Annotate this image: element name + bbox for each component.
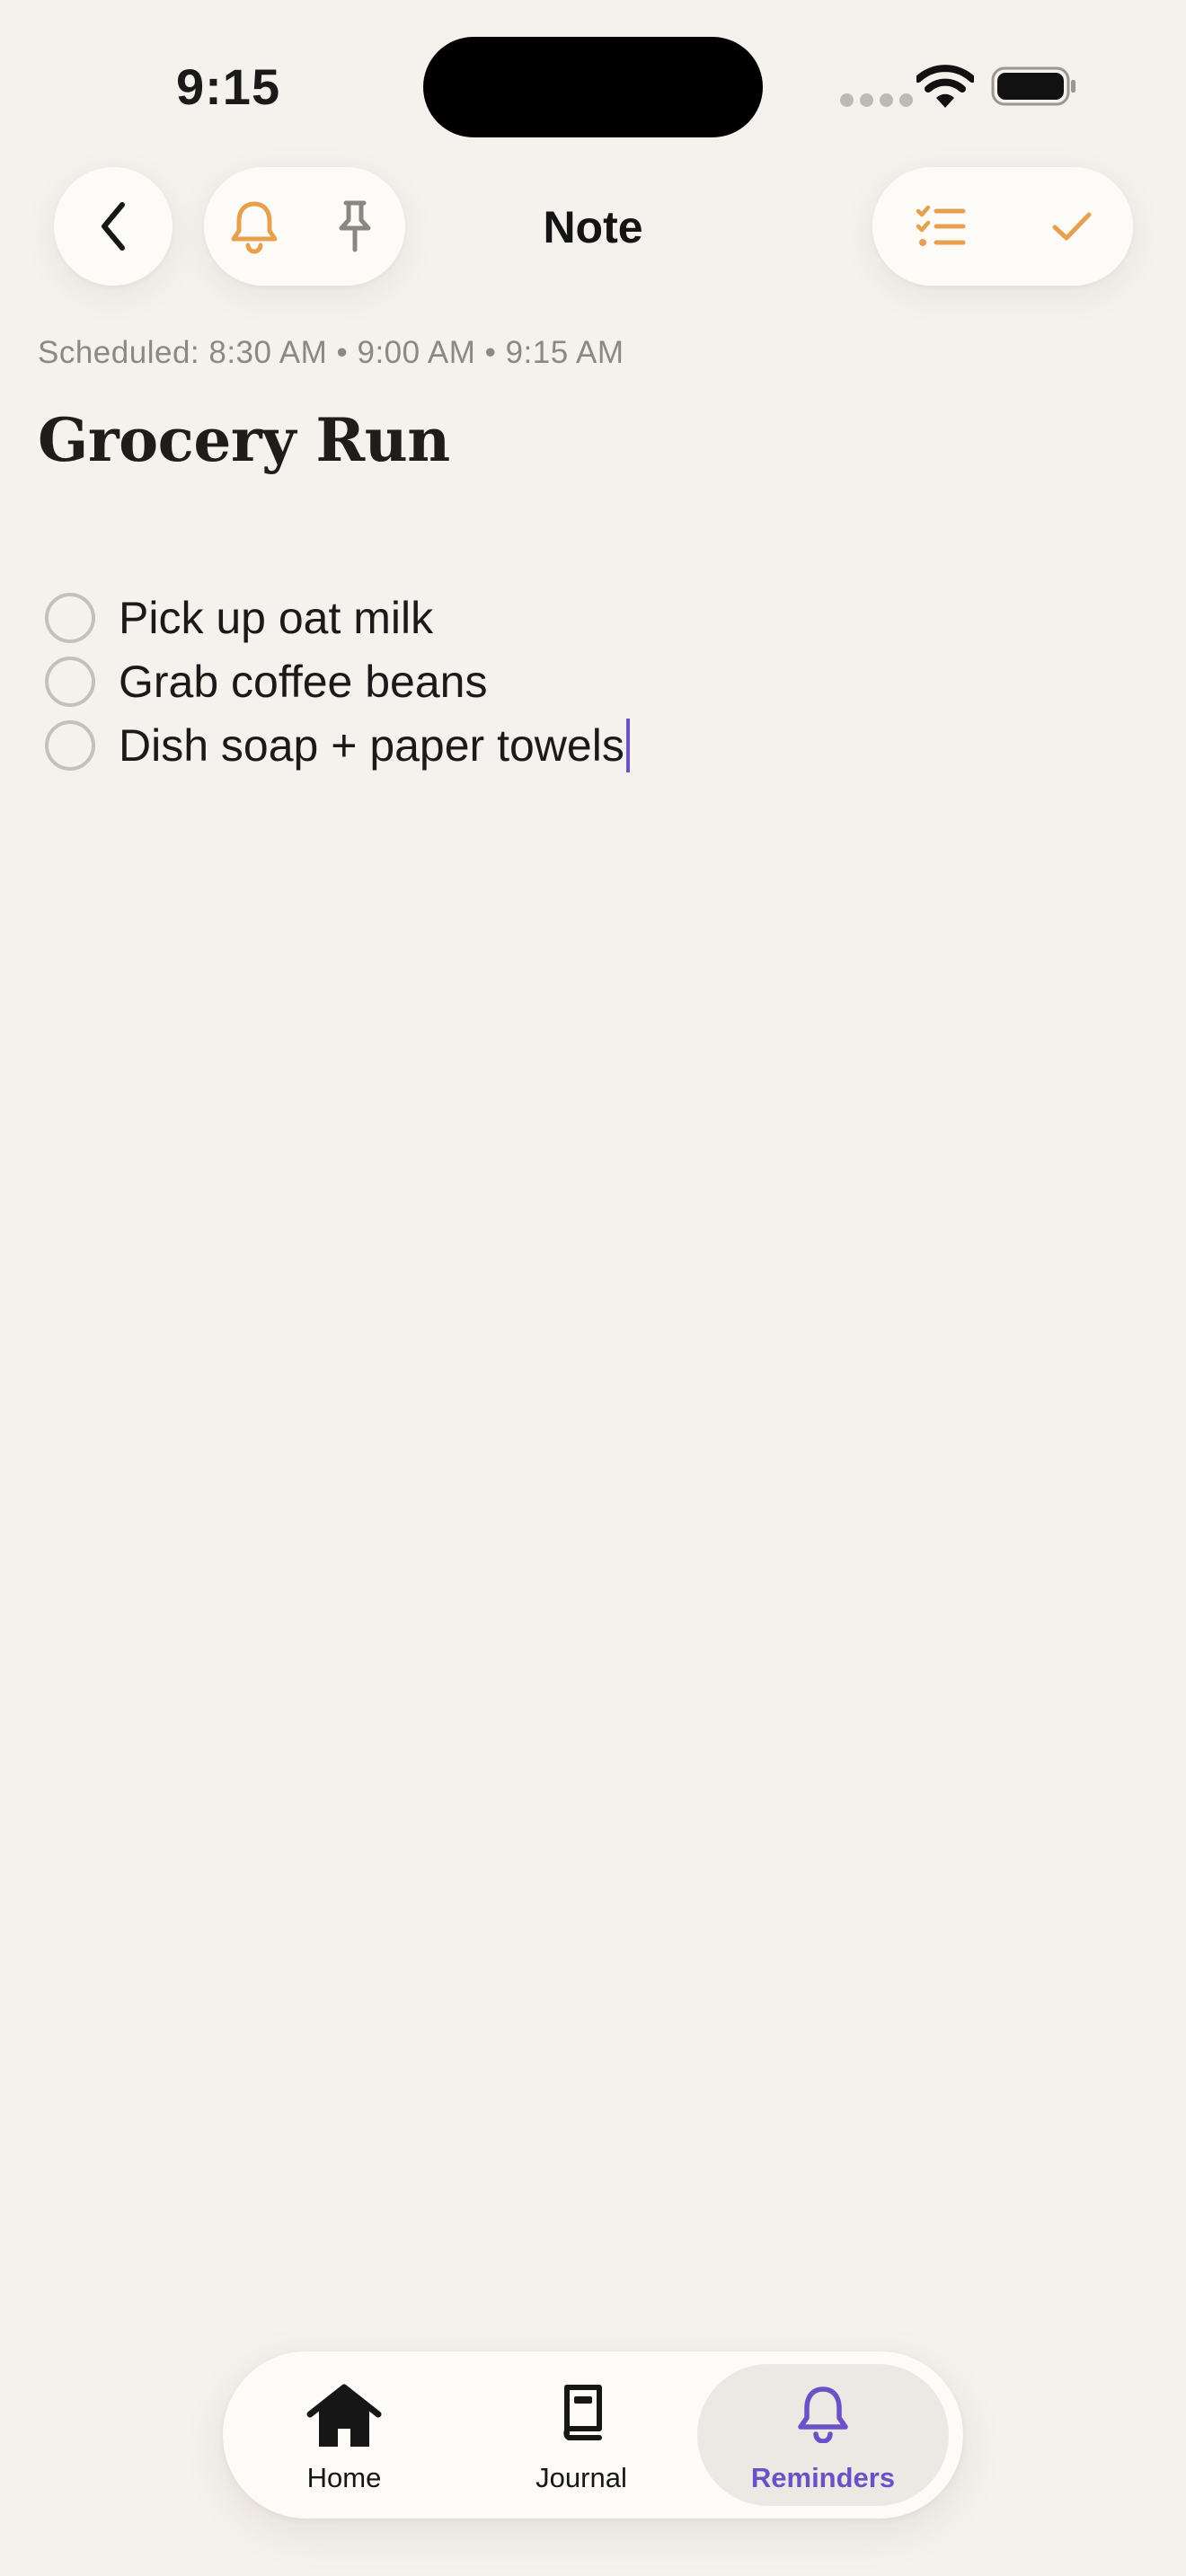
pin-icon [339, 200, 371, 252]
checklist-item-text[interactable]: Grab coffee beans [119, 655, 487, 709]
checklist-item: Pick up oat milk [45, 586, 630, 649]
checkbox-circle[interactable] [45, 656, 95, 707]
scheduled-times: Scheduled: 8:30 AM • 9:00 AM • 9:15 AM [38, 335, 624, 370]
note-title[interactable]: Grocery Run [38, 400, 450, 481]
house-icon [306, 2384, 382, 2447]
bell-icon [231, 201, 278, 254]
tab-journal[interactable]: Journal [460, 2364, 703, 2506]
tab-home[interactable]: Home [223, 2364, 465, 2506]
bell-icon [798, 2386, 848, 2443]
checkbox-circle[interactable] [45, 719, 95, 771]
tab-label: Home [306, 2462, 382, 2493]
tab-label: Reminders [750, 2462, 896, 2493]
book-icon [563, 2385, 602, 2440]
status-time: 9:15 [176, 58, 281, 115]
battery-icon [991, 66, 1075, 106]
pin-button[interactable] [305, 167, 405, 286]
wifi-icon [916, 65, 974, 108]
cellular-signal-icon [840, 93, 913, 107]
checklist-item-text[interactable]: Dish soap + paper towels [119, 719, 624, 772]
tab-label: Journal [535, 2462, 627, 2493]
actions-group [872, 167, 1133, 286]
back-chevron-icon [102, 202, 125, 251]
tab-bar: Home Journal Reminders [223, 2351, 963, 2519]
done-button[interactable] [1022, 167, 1122, 286]
page-title: Note [543, 202, 643, 252]
checkmark-icon [1052, 212, 1092, 241]
dynamic-island [423, 37, 763, 137]
text-cursor [625, 718, 630, 772]
reminder-pin-group [204, 167, 405, 286]
checklist-item: Dish soap + paper towels [45, 713, 630, 777]
back-button[interactable] [54, 167, 173, 286]
checklist-icon [916, 205, 966, 246]
tab-reminders[interactable]: Reminders [697, 2364, 949, 2506]
reminder-button[interactable] [204, 167, 305, 286]
checkbox-circle[interactable] [45, 592, 95, 643]
checklist-button[interactable] [890, 167, 991, 286]
checklist: Pick up oat milk Grab coffee beans Dish … [45, 586, 630, 777]
checklist-item: Grab coffee beans [45, 649, 630, 713]
checklist-item-text[interactable]: Pick up oat milk [119, 591, 433, 645]
